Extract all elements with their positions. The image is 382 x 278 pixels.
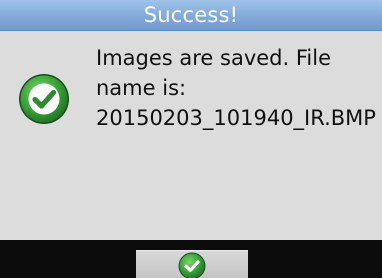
success-dialog: Success! Images are saved. File name is:… (0, 0, 382, 240)
message-line-3-filename: 20150203_101940_IR.BMP (96, 106, 376, 130)
message-line-2: name is: (96, 76, 187, 100)
message-line-1: Images are saved. File (96, 46, 331, 70)
dialog-content: Images are saved. File name is: 20150203… (0, 31, 382, 240)
dialog-title-bar: Success! (0, 0, 382, 31)
dialog-title: Success! (143, 3, 239, 27)
dialog-message: Images are saved. File name is: 20150203… (96, 43, 376, 133)
checkmark-circle-icon (178, 252, 206, 278)
checkmark-circle-icon (19, 74, 69, 124)
device-screen: Success! Images are saved. File name is:… (0, 0, 382, 278)
ok-button[interactable] (136, 250, 248, 278)
